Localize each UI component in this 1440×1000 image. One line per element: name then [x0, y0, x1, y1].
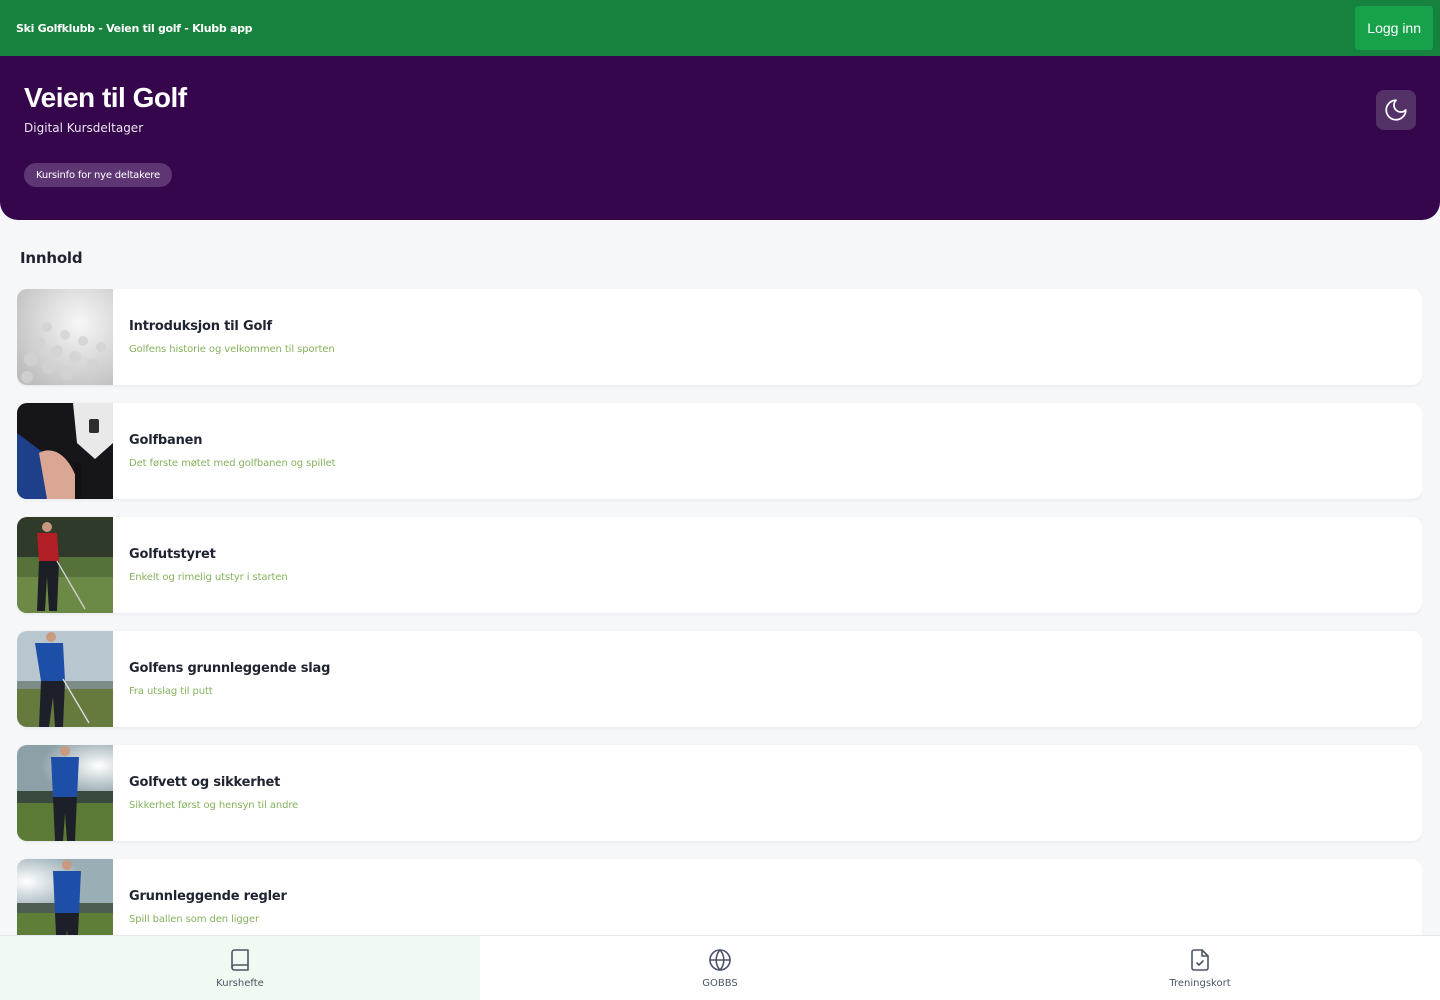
- hero-banner: Veien til Golf Digital Kursdeltager Kurs…: [0, 56, 1440, 220]
- lesson-image-golfer-sunset: [17, 745, 113, 841]
- nav-label: Kurshefte: [216, 977, 264, 989]
- top-bar: Ski Golfklubb - Veien til golf - Klubb a…: [0, 0, 1440, 56]
- globe-icon: [709, 948, 731, 971]
- lesson-image-golfer-blue: [17, 631, 113, 727]
- book-icon: [231, 948, 249, 971]
- content-heading: Innhold: [20, 249, 83, 267]
- lesson-card[interactable]: Golfutstyret Enkelt og rimelig utstyr i …: [17, 517, 1422, 613]
- app-title: Ski Golfklubb - Veien til golf - Klubb a…: [16, 21, 253, 35]
- lesson-card[interactable]: Golfvett og sikkerhet Sikkerhet først og…: [17, 745, 1422, 841]
- lesson-card[interactable]: Golfbanen Det første møtet med golfbanen…: [17, 403, 1422, 499]
- nav-label: Treningskort: [1169, 977, 1231, 989]
- nav-item-treningskort[interactable]: Treningskort: [960, 936, 1440, 1000]
- file-check-icon: [1191, 948, 1209, 971]
- lesson-subtitle: Enkelt og rimelig utstyr i starten: [129, 572, 288, 583]
- nav-label: GOBBS: [702, 977, 738, 989]
- lesson-subtitle: Golfens historie og velkommen til sporte…: [129, 344, 335, 355]
- nav-item-gobbs[interactable]: GOBBS: [480, 936, 960, 1000]
- lesson-title: Golfbanen: [129, 433, 203, 448]
- page-title: Veien til Golf: [24, 82, 187, 113]
- theme-toggle-button[interactable]: [1376, 90, 1416, 130]
- lesson-title: Golfvett og sikkerhet: [129, 775, 281, 790]
- lesson-image-gloved-hands: [17, 403, 113, 499]
- moon-icon: [1385, 99, 1407, 121]
- lesson-image-golfer-sea: [17, 859, 113, 935]
- lesson-title: Introduksjon til Golf: [129, 319, 272, 334]
- lesson-title: Golfens grunnleggende slag: [129, 661, 331, 676]
- lesson-subtitle: Spill ballen som den ligger: [129, 914, 259, 925]
- lesson-list: Introduksjon til Golf Golfens historie o…: [17, 289, 1422, 935]
- bottom-navigation: Kurshefte GOBBS Treningskort: [0, 935, 1440, 1000]
- lesson-title: Golfutstyret: [129, 547, 216, 562]
- lesson-subtitle: Sikkerhet først og hensyn til andre: [129, 800, 299, 811]
- nav-item-kurshefte[interactable]: Kurshefte: [0, 936, 480, 1000]
- lesson-card[interactable]: Introduksjon til Golf Golfens historie o…: [17, 289, 1422, 385]
- lesson-card[interactable]: Grunnleggende regler Spill ballen som de…: [17, 859, 1422, 935]
- lesson-image-golf-ball: [17, 289, 113, 385]
- login-button[interactable]: Logg inn: [1355, 6, 1433, 50]
- lesson-subtitle: Fra utslag til putt: [129, 686, 213, 697]
- lesson-image-golfer-red: [17, 517, 113, 613]
- lesson-card[interactable]: Golfens grunnleggende slag Fra utslag ti…: [17, 631, 1422, 727]
- course-info-pill[interactable]: Kursinfo for nye deltakere: [24, 163, 172, 187]
- page-subtitle: Digital Kursdeltager: [24, 121, 144, 135]
- lesson-subtitle: Det første møtet med golfbanen og spille…: [129, 458, 336, 469]
- lesson-title: Grunnleggende regler: [129, 889, 287, 904]
